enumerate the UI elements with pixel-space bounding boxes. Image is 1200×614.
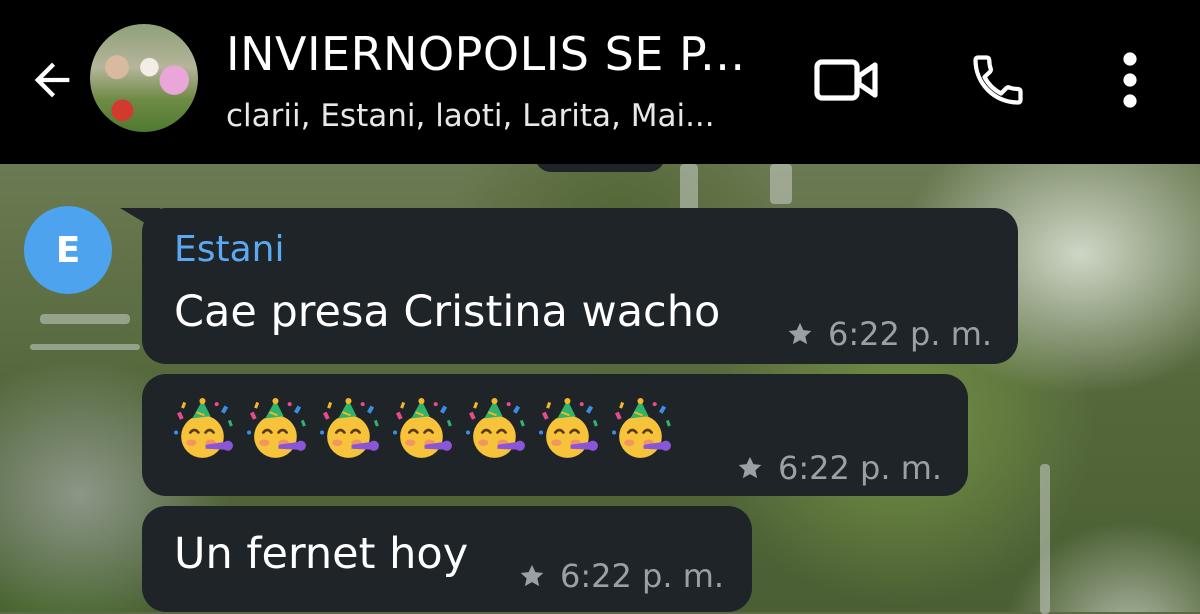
partying-face-emoji [537, 398, 602, 463]
message-bubble[interactable]: Estani Cae presa Cristina wacho 6:22 p. … [142, 208, 1018, 364]
star-icon [520, 564, 544, 587]
message-meta: 6:22 p. m. [736, 448, 942, 488]
sender-avatar[interactable]: E [24, 206, 112, 294]
video-call-button[interactable] [810, 44, 882, 116]
partying-face-emoji [610, 398, 675, 463]
message-text: Cae presa Cristina wacho [174, 287, 721, 337]
group-avatar[interactable] [90, 24, 198, 132]
partying-face-emoji [245, 398, 310, 463]
star-icon [738, 456, 762, 479]
message-time: 6:22 p. m. [778, 449, 943, 487]
message-meta: 6:22 p. m. [786, 314, 992, 354]
star-icon [788, 322, 812, 345]
message-text: Un fernet hoy [174, 529, 469, 579]
message-meta: 6:22 p. m. [518, 556, 724, 596]
phone-icon [973, 55, 1023, 105]
message-bubble[interactable]: 6:22 p. m. [142, 374, 968, 496]
partying-face-emoji [172, 398, 237, 463]
partying-face-emoji [318, 398, 383, 463]
more-options-button[interactable] [1094, 44, 1166, 116]
message-time: 6:22 p. m. [560, 557, 725, 595]
partying-face-emoji [464, 398, 529, 463]
arrow-back-icon [34, 62, 70, 98]
emoji-row [172, 398, 675, 463]
chat-header: INVIERNOPOLIS SE P... clarii, Estani, la… [0, 0, 1200, 164]
message-bubble[interactable]: Un fernet hoy 6:22 p. m. [142, 506, 752, 612]
video-call-icon [814, 59, 878, 101]
sender-name[interactable]: Estani [174, 228, 285, 272]
chat-members-subtitle[interactable]: clarii, Estani, laoti, Larita, Mai... [226, 96, 776, 136]
message-time: 6:22 p. m. [828, 315, 993, 353]
more-vert-icon [1123, 52, 1137, 108]
chat-title[interactable]: INVIERNOPOLIS SE P... [226, 26, 776, 82]
back-button[interactable] [20, 48, 84, 112]
partying-face-emoji [391, 398, 456, 463]
sender-initial: E [55, 229, 81, 271]
voice-call-button[interactable] [962, 44, 1034, 116]
